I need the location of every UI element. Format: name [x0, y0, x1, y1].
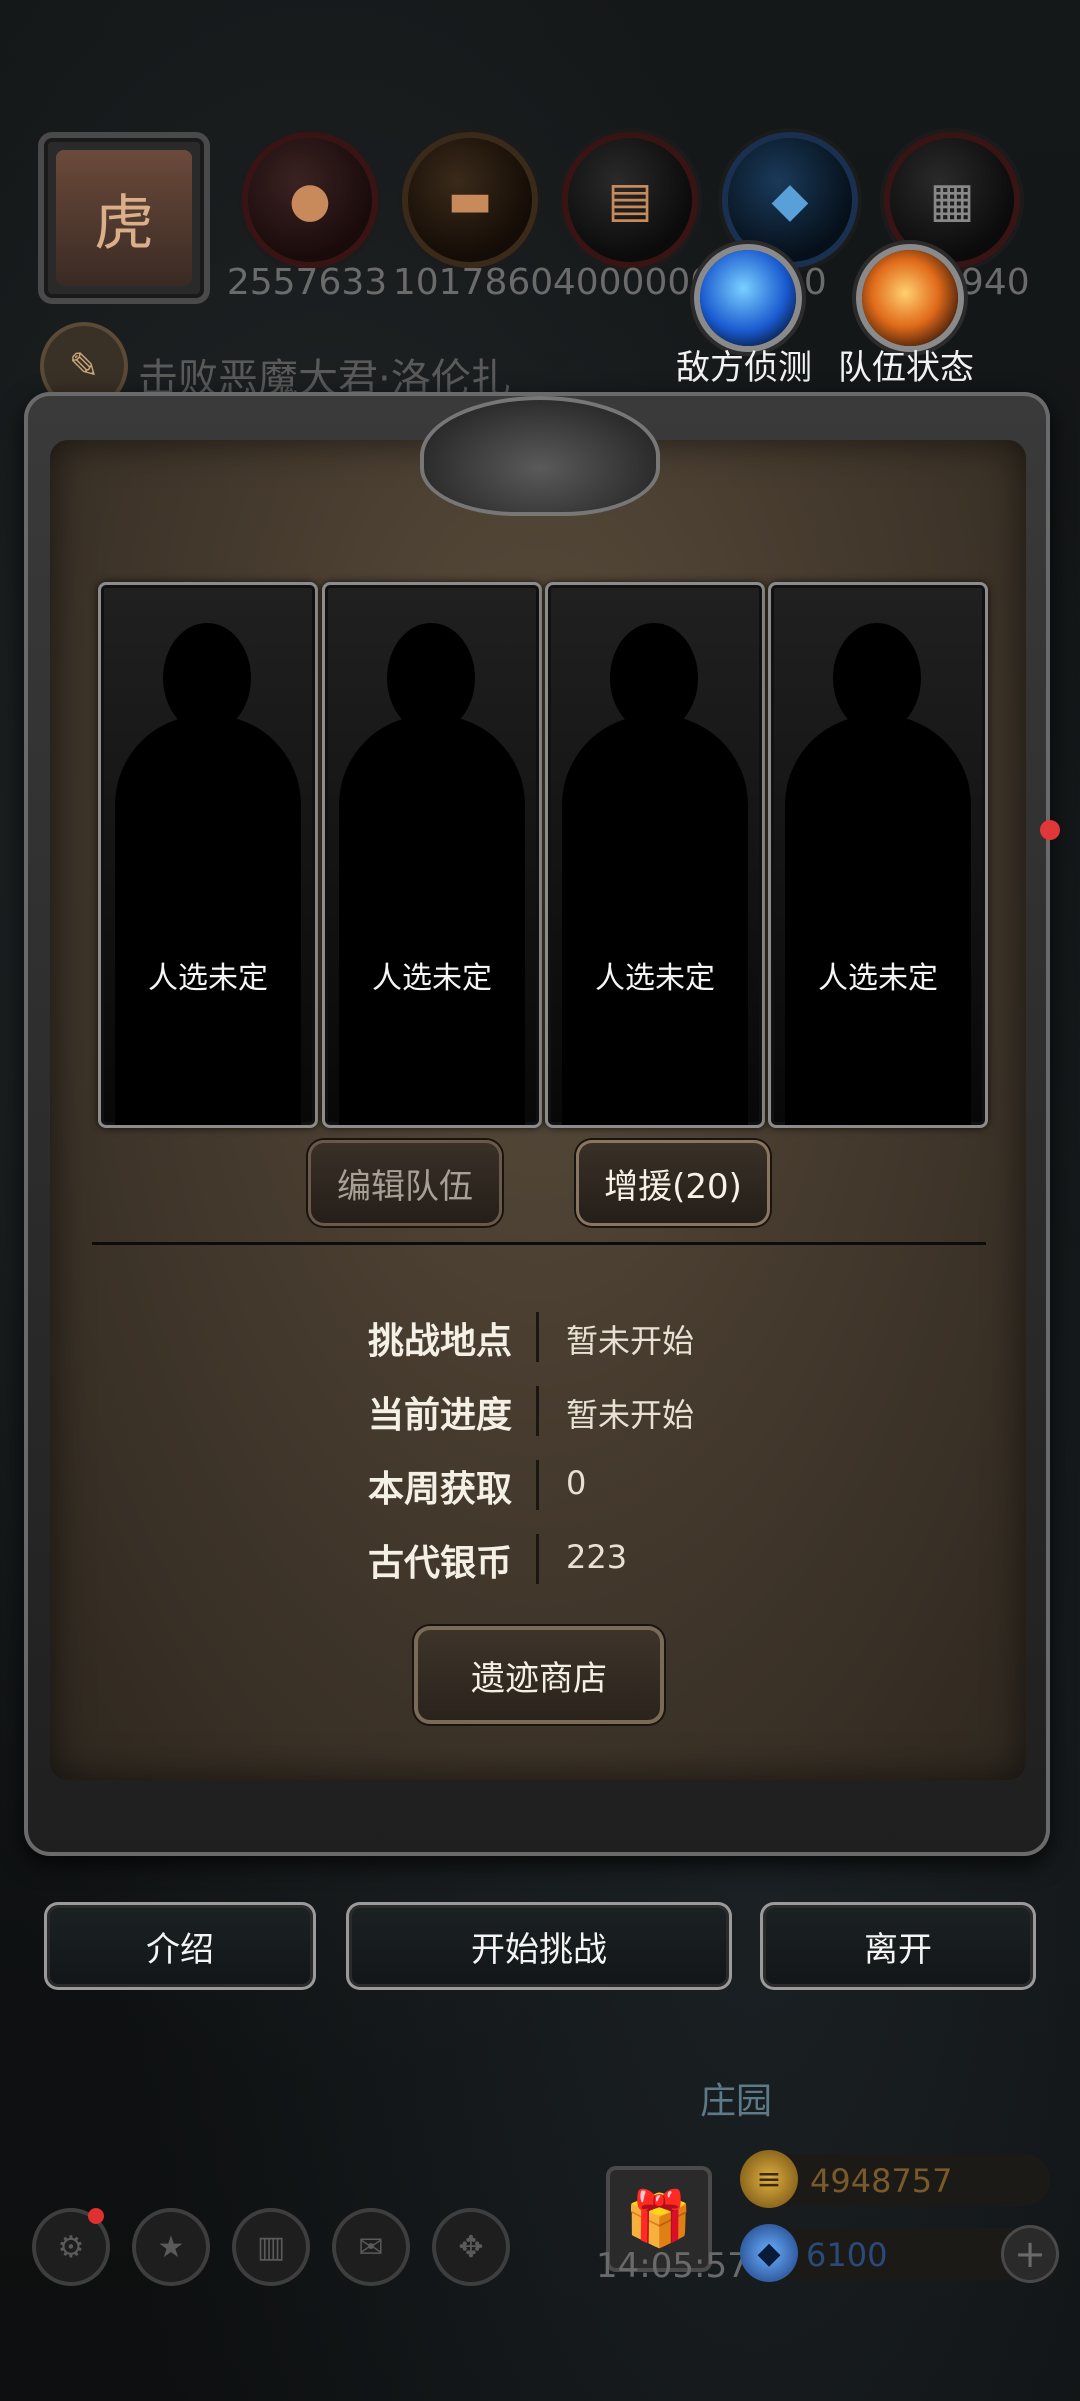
team-slot-label: 人选未定 [818, 961, 938, 996]
relic-shop-button[interactable]: 遗迹商店 [414, 1626, 664, 1724]
team-status-orb-icon[interactable] [862, 250, 958, 346]
info-label: 挑战地点 [367, 1321, 512, 1362]
add-currency-button[interactable]: + [1004, 2228, 1056, 2280]
info-value: 0 [566, 1464, 587, 1502]
team-slot-label: 人选未定 [148, 961, 268, 996]
meat-icon[interactable]: ● [248, 138, 372, 262]
team-slot-label: 人选未定 [372, 961, 492, 996]
enemy-scout-label[interactable]: 敌方侦测 [676, 340, 812, 389]
divider [92, 1242, 986, 1245]
gem-icon: ◆ [740, 2224, 798, 2282]
iron-icon[interactable]: ▤ [568, 138, 692, 262]
info-value: 暂未开始 [566, 1396, 695, 1434]
resource-value: 4000000 [552, 262, 714, 303]
gem-value: 6100 [806, 2236, 888, 2274]
book-icon[interactable]: ▥ [236, 2212, 306, 2282]
panel-crest-icon [420, 396, 660, 516]
team-slot-1[interactable]: 人选未定 [98, 582, 318, 1128]
team-slot-2[interactable]: 人选未定 [322, 582, 542, 1128]
info-value: 暂未开始 [566, 1322, 695, 1360]
team-slot-4[interactable]: 人选未定 [768, 582, 988, 1128]
crystal-icon[interactable]: ◆ [728, 138, 852, 262]
reinforce-button[interactable]: 增援(20) [576, 1140, 770, 1226]
enemy-scout-orb-icon[interactable] [700, 250, 796, 346]
notification-dot [88, 2208, 104, 2224]
team-slot-3[interactable]: 人选未定 [545, 582, 765, 1128]
clock-time: 14:05:57 [596, 2246, 749, 2286]
side-notification-dot [1040, 820, 1060, 840]
resource-value: 1017860 [392, 262, 554, 303]
stone-icon[interactable]: ▦ [890, 138, 1014, 262]
avatar-portrait-icon: 虎 [56, 150, 192, 286]
edit-team-button[interactable]: 编辑队伍 [308, 1140, 502, 1226]
leave-button[interactable]: 离开 [760, 1902, 1036, 1990]
info-label: 当前进度 [367, 1395, 512, 1436]
team-slot-label: 人选未定 [595, 961, 715, 996]
start-challenge-button[interactable]: 开始挑战 [346, 1902, 732, 1990]
map-icon[interactable]: ✥ [436, 2212, 506, 2282]
gold-value: 4948757 [810, 2162, 953, 2200]
mail-icon[interactable]: ✉ [336, 2212, 406, 2282]
player-avatar[interactable]: 虎 [38, 132, 210, 304]
star-icon[interactable]: ★ [136, 2212, 206, 2282]
info-label: 古代银币 [367, 1543, 512, 1584]
resource-value: 2557633 [226, 262, 388, 303]
team-status-label[interactable]: 队伍状态 [838, 340, 974, 389]
info-label: 本周获取 [367, 1469, 512, 1510]
manor-label[interactable]: 庄园 [700, 2072, 772, 2124]
intro-button[interactable]: 介绍 [44, 1902, 316, 1990]
info-value: 223 [566, 1538, 628, 1576]
gold-coin-icon: ≡ [740, 2150, 798, 2208]
wood-icon[interactable]: ▬ [408, 138, 532, 262]
